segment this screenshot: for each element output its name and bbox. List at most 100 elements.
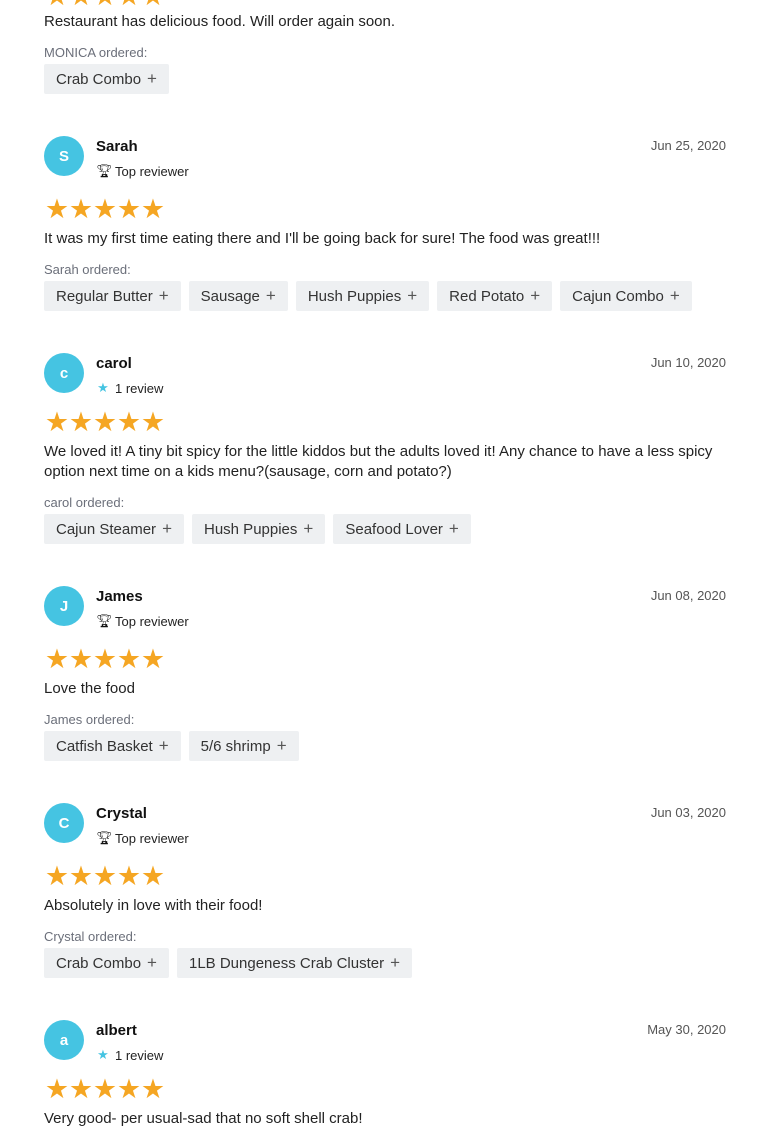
order-item-chip[interactable]: Cajun Steamer + [44, 514, 184, 544]
review-text: Love the food [44, 680, 135, 697]
reviewer-badge: 🏆︎ Top reviewer [96, 613, 189, 629]
order-item-chip[interactable]: Cajun Combo + [560, 281, 692, 311]
order-item-chip[interactable]: Catfish Basket + [44, 731, 181, 761]
plus-icon: + [530, 286, 541, 305]
ordered-items: Cajun Steamer + Hush Puppies + Seafood Lov… [44, 514, 471, 544]
plus-icon: + [265, 286, 276, 305]
star-icon: ★ [140, 644, 165, 674]
star-icon: ★ [92, 861, 117, 891]
order-item-chip[interactable]: Hush Puppies + [192, 514, 326, 544]
reviewer-name[interactable]: Sarah [96, 138, 138, 155]
review-text: We loved it! A tiny bit spicy for the li… [44, 443, 713, 480]
trophy-icon: 🏆︎ [96, 613, 113, 628]
ordered-items: Regular Butter + Sausage + Hush Puppies + R… [44, 281, 692, 311]
plus-icon: + [276, 736, 287, 755]
star-icon: ★ [44, 644, 69, 674]
reviewer-name[interactable]: Crystal [96, 805, 147, 822]
order-item-chip[interactable]: Sausage + [188, 281, 288, 311]
star-icon: ★ [68, 644, 93, 674]
trophy-icon: 🏆︎ [96, 163, 113, 178]
plus-icon: + [147, 953, 157, 972]
star-icon: ★ [68, 194, 93, 224]
ordered-label: Crystal ordered: [44, 929, 137, 944]
plus-icon: + [448, 519, 459, 538]
review-card: a albert ★ 1 review May 30, 2020 ★★★★★ Ve… [44, 1020, 726, 1127]
review-date: Jun 10, 2020 [650, 355, 726, 370]
star-icon: ★ [140, 1074, 165, 1104]
star-icon: ★ [116, 1074, 141, 1104]
review-card: C Crystal 🏆︎ Top reviewer Jun 03, 2020 ★★… [44, 803, 726, 978]
order-item-chip[interactable]: Crab Combo + [44, 948, 169, 978]
star-icon: ★ [44, 407, 69, 437]
ordered-label: MONICA ordered: [44, 45, 148, 60]
ordered-items: Crab Combo + 1LB Dungeness Crab Cluster + [44, 948, 413, 978]
ordered-items: Crab Combo + [44, 64, 169, 94]
star-icon: ★ [140, 0, 165, 10]
order-item-chip[interactable]: 1LB Dungeness Crab Cluster + [176, 948, 413, 978]
star-icon: ★ [116, 194, 141, 224]
plus-icon: + [162, 519, 172, 538]
review-text: Absolutely in love with their food! [44, 897, 263, 914]
star-icon: ★ [140, 407, 165, 437]
reviewer-name[interactable]: carol [96, 355, 132, 372]
avatar: a [44, 1020, 84, 1060]
ordered-items: Catfish Basket + 5/6 shrimp + [44, 731, 299, 761]
star-rating: ★★★★★ [44, 407, 165, 437]
order-item-chip[interactable]: Crab Combo + [44, 64, 169, 94]
reviewer-badge: ★ 1 review [97, 1047, 164, 1063]
avatar: J [44, 586, 84, 626]
star-icon: ★ [44, 194, 69, 224]
star-icon: ★ [92, 407, 117, 437]
reviewer-name[interactable]: albert [96, 1022, 137, 1039]
star-icon: ★ [68, 1074, 93, 1104]
review-text: Very good- per usual-sad that no soft sh… [44, 1110, 363, 1127]
plus-icon: + [407, 286, 418, 305]
avatar: c [44, 353, 84, 393]
reviewer-badge: 🏆︎ Top reviewer [96, 830, 189, 846]
star-icon: ★ [116, 861, 141, 891]
star-rating: ★★★★★ [44, 1074, 165, 1104]
star-icon: ★ [140, 194, 165, 224]
order-item-chip[interactable]: 5/6 shrimp + [188, 731, 299, 761]
star-rating: ★★★★★ [44, 861, 165, 891]
review-text: It was my first time eating there and I'… [44, 230, 601, 247]
review-text: Restaurant has delicious food. Will orde… [44, 13, 396, 30]
review-card: J James 🏆︎ Top reviewer Jun 08, 2020 ★★★★… [44, 586, 726, 761]
ordered-label: Sarah ordered: [44, 262, 131, 277]
star-rating: ★★★★★ [44, 644, 165, 674]
star-icon: ★ [68, 0, 93, 10]
order-item-chip[interactable]: Seafood Lover + [333, 514, 471, 544]
star-icon: ★ [92, 1074, 117, 1104]
star-icon: ★ [97, 380, 109, 395]
star-icon: ★ [92, 644, 117, 674]
plus-icon: + [390, 953, 401, 972]
order-item-chip[interactable]: Hush Puppies + [295, 281, 430, 311]
reviewer-badge: ★ 1 review [97, 380, 164, 396]
star-icon: ★ [68, 861, 93, 891]
star-icon: ★ [68, 407, 93, 437]
plus-icon: + [147, 69, 157, 88]
order-item-chip[interactable]: Regular Butter + [44, 281, 181, 311]
star-icon: ★ [140, 861, 165, 891]
star-icon: ★ [44, 861, 69, 891]
ordered-label: James ordered: [44, 712, 135, 727]
review-date: Jun 08, 2020 [650, 588, 726, 603]
review-card: S Sarah 🏆︎ Top reviewer Jun 25, 2020 ★★★★… [44, 136, 726, 311]
reviewer-name[interactable]: James [96, 588, 143, 605]
star-rating: ★★★★★ [44, 194, 165, 224]
ordered-label: carol ordered: [44, 495, 125, 510]
star-icon: ★ [92, 194, 117, 224]
review-date: Jun 25, 2020 [650, 138, 726, 153]
avatar: C [44, 803, 84, 843]
order-item-chip[interactable]: Red Potato + [437, 281, 553, 311]
plus-icon: + [669, 286, 680, 305]
star-icon: ★ [92, 0, 117, 10]
plus-icon: + [303, 519, 314, 538]
review-date: May 30, 2020 [647, 1022, 726, 1037]
star-icon: ★ [44, 0, 69, 10]
star-icon: ★ [116, 407, 141, 437]
star-icon: ★ [97, 1047, 109, 1062]
avatar: S [44, 136, 84, 176]
star-icon: ★ [44, 1074, 69, 1104]
plus-icon: + [158, 736, 169, 755]
